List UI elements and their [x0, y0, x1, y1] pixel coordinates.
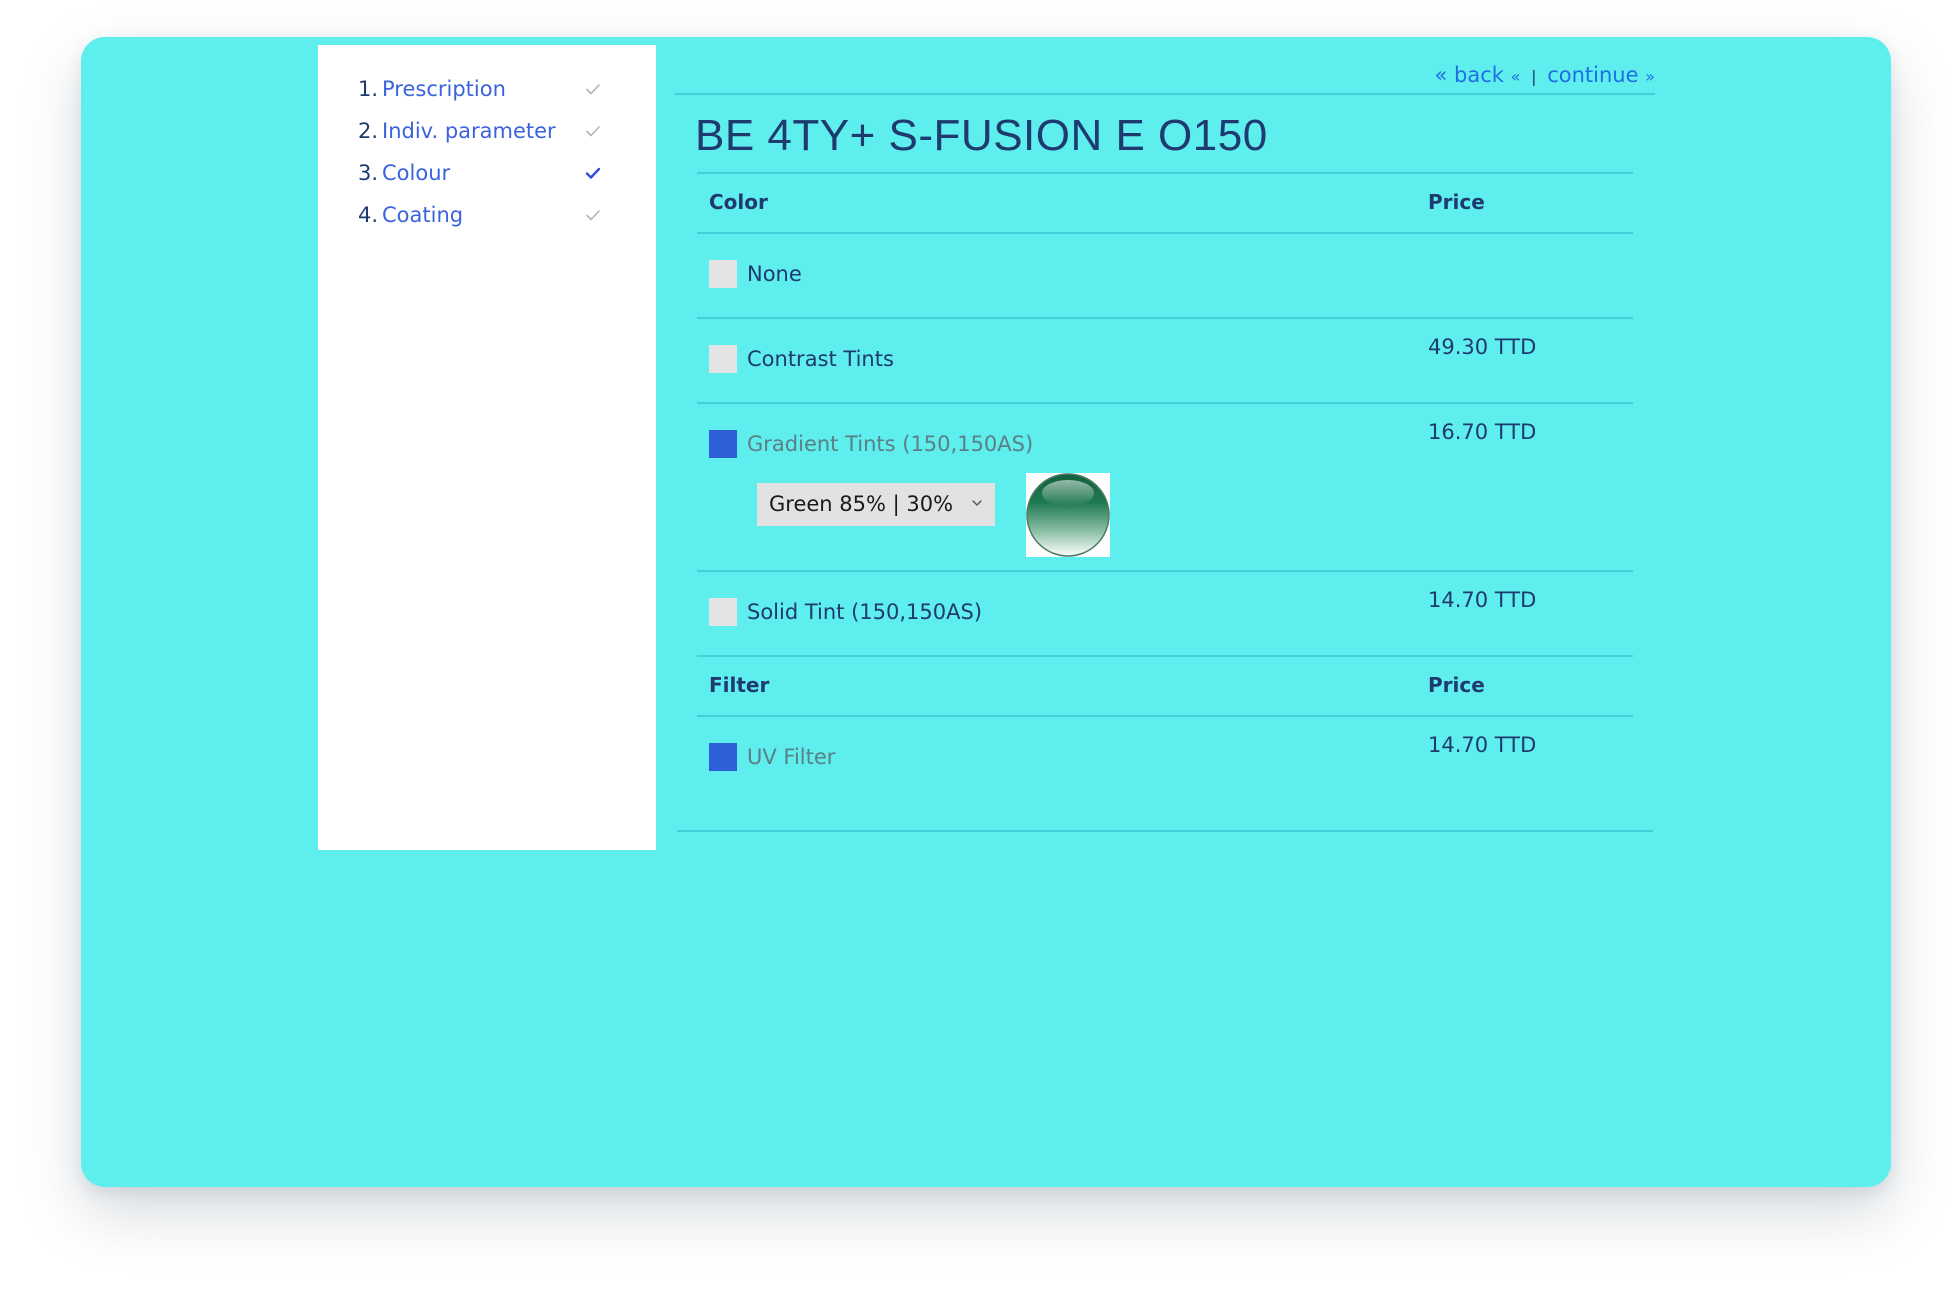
option-row-uv-filter: UV Filter 14.70 TTD	[697, 715, 1633, 837]
lens-preview-image	[1026, 473, 1110, 557]
option-row-contrast-tints: Contrast Tints 49.30 TTD	[697, 317, 1633, 402]
step-number: 3.	[358, 161, 379, 185]
chevron-down-icon	[972, 500, 982, 506]
column-divider	[1413, 404, 1415, 570]
column-divider	[1413, 717, 1415, 837]
color-column-header: Color	[709, 190, 768, 214]
option-label[interactable]: None	[747, 260, 802, 288]
divider	[677, 830, 1653, 832]
price-column-header: Price	[1428, 190, 1485, 214]
option-label[interactable]: Solid Tint (150,150AS)	[747, 598, 982, 626]
step-link-indiv-parameter[interactable]: Indiv. parameter	[382, 119, 556, 143]
step-colour[interactable]: 3. Colour	[358, 159, 656, 201]
step-link-coating[interactable]: Coating	[382, 203, 463, 227]
filter-header-row: Filter Price	[697, 655, 1633, 715]
option-price: 14.70 TTD	[1428, 733, 1537, 757]
color-header-row: Color Price	[697, 172, 1633, 232]
options-table: Color Price None Contrast Tints 49.30 TT…	[697, 172, 1633, 837]
continue-suffix: »	[1645, 67, 1655, 86]
column-divider	[1413, 234, 1415, 317]
checkbox-uv-filter[interactable]	[709, 743, 737, 771]
checkmark-icon	[586, 210, 600, 221]
checkmark-icon	[585, 167, 601, 179]
back-link[interactable]: « back	[1435, 63, 1504, 87]
checkbox-none[interactable]	[709, 260, 737, 288]
filter-column-header: Filter	[709, 673, 770, 697]
option-price: 16.70 TTD	[1428, 420, 1537, 444]
product-title: BE 4TY+ S-FUSION E O150	[695, 111, 1268, 160]
step-sidebar: 1. Prescription 2. Indiv. parameter 3. Colo…	[318, 45, 656, 850]
step-indiv-parameter[interactable]: 2. Indiv. parameter	[358, 117, 656, 159]
option-price: 14.70 TTD	[1428, 588, 1537, 612]
tint-shade-value: Green 85% | 30%	[769, 492, 954, 516]
checkbox-solid-tint[interactable]	[709, 598, 737, 626]
step-prescription[interactable]: 1. Prescription	[358, 75, 656, 117]
column-divider	[1413, 572, 1415, 655]
checkbox-contrast-tints[interactable]	[709, 345, 737, 373]
tint-shade-select[interactable]: Green 85% | 30%	[757, 483, 995, 526]
option-label[interactable]: Contrast Tints	[747, 345, 894, 373]
step-coating[interactable]: 4. Coating	[358, 201, 656, 243]
column-divider	[1413, 319, 1415, 402]
step-link-colour[interactable]: Colour	[382, 161, 450, 185]
option-row-gradient-tints: Gradient Tints (150,150AS) 16.70 TTD Gre…	[697, 402, 1633, 570]
nav-separator: |	[1531, 67, 1537, 86]
step-navigation: « back « | continue »	[1435, 63, 1655, 87]
price-column-header: Price	[1428, 673, 1485, 697]
option-price: 49.30 TTD	[1428, 335, 1537, 359]
option-label[interactable]: Gradient Tints (150,150AS)	[747, 430, 1033, 458]
step-list: 1. Prescription 2. Indiv. parameter 3. Colo…	[318, 45, 656, 243]
continue-link[interactable]: continue	[1547, 63, 1638, 87]
step-link-prescription[interactable]: Prescription	[382, 77, 506, 101]
back-suffix: «	[1510, 67, 1521, 86]
step-number: 2.	[358, 119, 379, 143]
option-label[interactable]: UV Filter	[747, 743, 835, 771]
option-row-none: None	[697, 232, 1633, 317]
option-row-solid-tint: Solid Tint (150,150AS) 14.70 TTD	[697, 570, 1633, 655]
step-number: 4.	[358, 203, 379, 227]
checkmark-icon	[586, 84, 600, 95]
checkbox-gradient-tints[interactable]	[709, 430, 737, 458]
lens-icon	[1026, 473, 1110, 557]
divider	[675, 93, 1655, 95]
step-number: 1.	[358, 77, 379, 101]
checkmark-icon	[586, 126, 600, 137]
